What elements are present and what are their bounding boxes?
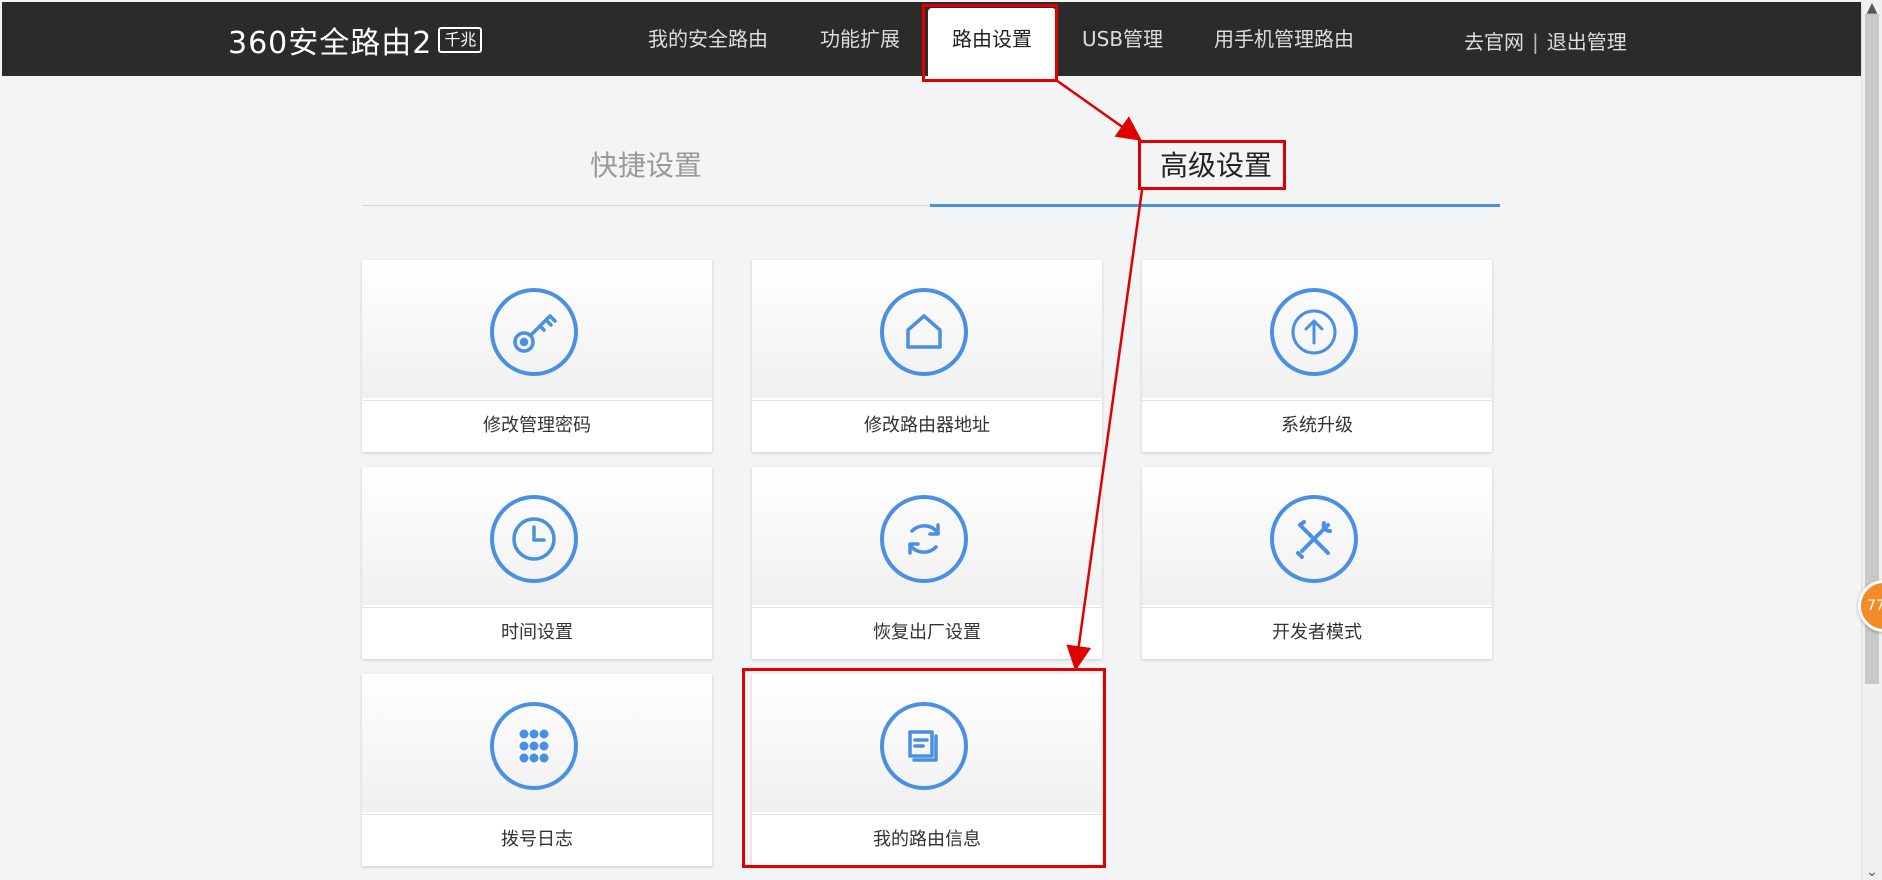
annotation-arrows xyxy=(1055,78,1144,671)
scroll-down-arrow-icon[interactable]: ⌄ xyxy=(1862,864,1882,880)
vertical-scrollbar[interactable]: ▲ ⌄ xyxy=(1861,0,1882,880)
